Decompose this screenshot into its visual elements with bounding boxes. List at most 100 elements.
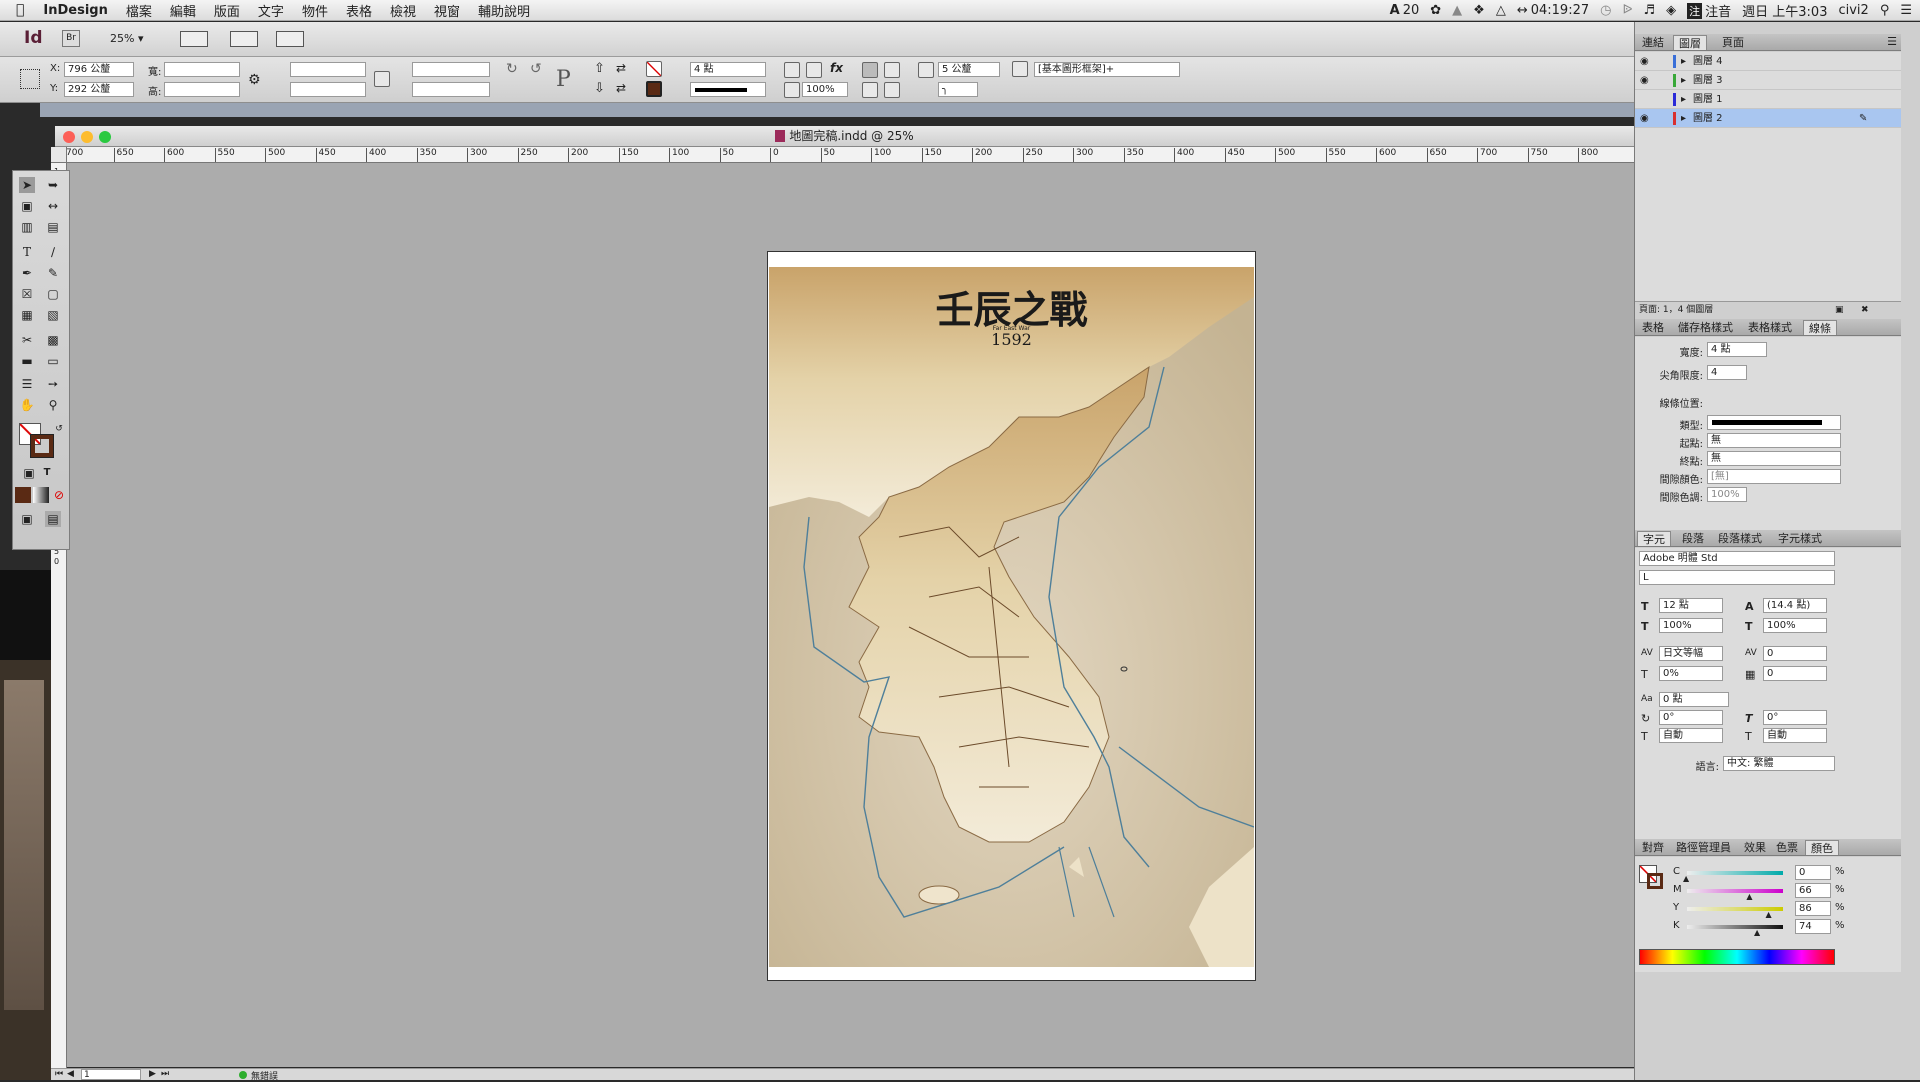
aki-input[interactable]: 0 [1763,666,1827,681]
wifi-icon[interactable]: ◈ [1666,3,1676,18]
user-name[interactable]: civi2 [1838,3,1868,18]
volume-icon[interactable]: ♬ [1643,3,1655,18]
stroke-weight-field[interactable]: 4 點 [690,62,766,77]
preflight-status[interactable]: 無錯誤 [251,1069,278,1082]
notification-center-icon[interactable]: ☰ [1900,3,1912,18]
tracking-input[interactable]: 0 [1763,646,1827,661]
text-wrap-box-icon[interactable] [884,62,900,78]
note-tool-icon[interactable]: ☰ [19,376,35,392]
table-tool-icon[interactable]: ▦ [19,307,35,323]
first-page-icon[interactable]: ⏮ [55,1069,63,1079]
auto-select-2[interactable]: 自動 [1763,728,1827,743]
pencil-tool-icon[interactable]: ✎ [45,265,61,281]
menu-file[interactable]: 檔案 [117,1,161,20]
adobe-icon[interactable]: A [1390,3,1400,18]
stroke-offset-field[interactable]: 5 公釐 [938,62,1000,77]
zoom-select[interactable]: 25% ▾ [110,32,143,45]
formatting-text-icon[interactable]: T [39,465,55,481]
korea-map-image[interactable]: 壬辰之戰 Far East War 1592 [769,267,1255,967]
h-field[interactable] [164,82,240,97]
scale-y-field[interactable] [290,82,366,97]
fit-frame-icon[interactable] [884,82,900,98]
layer-name[interactable]: 圖層 4 [1693,52,1723,71]
dropbox-icon[interactable]: ❖ [1473,3,1485,18]
x-field[interactable]: 796 公釐 [64,62,134,77]
select-content-icon[interactable]: ⇩ [594,81,605,96]
wrap-icon[interactable] [784,62,800,78]
channel-slider-thumb[interactable]: ▲ [1754,928,1760,937]
menu-app[interactable]: InDesign [34,3,116,18]
zoom-tool-icon[interactable]: ⚲ [45,397,61,413]
direct-selection-tool-icon[interactable]: ➥ [45,177,61,193]
bridge-button[interactable]: Br [62,30,80,47]
object-style-icon[interactable] [1012,61,1028,77]
stroke-swatch[interactable] [646,81,662,97]
screen-mode-icon[interactable] [230,31,258,47]
content-collector-icon[interactable]: ▥ [19,219,35,235]
font-style-select[interactable]: L [1639,570,1835,585]
menu-layout[interactable]: 版面 [205,1,249,20]
fit-content-icon[interactable] [862,82,878,98]
selection-tool-icon[interactable]: ➤ [19,177,35,193]
menu-view[interactable]: 檢視 [381,1,425,20]
close-button[interactable] [63,131,75,143]
channel-value[interactable]: 66 [1795,883,1831,898]
channel-slider-thumb[interactable]: ▲ [1766,910,1772,919]
evernote-icon[interactable]: ✿ [1430,3,1441,18]
tab-swatches[interactable]: 色票 [1771,840,1803,855]
channel-value[interactable]: 86 [1795,901,1831,916]
gradient-swatch-tool-icon[interactable]: ▬ [19,353,35,369]
opacity-icon[interactable] [784,82,800,98]
corner-options-field[interactable]: ╮ [938,82,978,97]
gap-tool-icon[interactable]: ↔ [45,198,61,214]
arrange-documents-icon[interactable] [276,31,304,47]
fx-icon[interactable]: fx [830,61,843,75]
shadow-icon[interactable] [806,62,822,78]
channel-slider-thumb[interactable]: ▲ [1746,892,1752,901]
timer-icon[interactable]: ↔ [1517,3,1528,18]
stroke-type-select[interactable] [690,82,766,97]
zoom-button[interactable] [99,131,111,143]
expand-triangle-icon[interactable]: ▸ [1681,109,1686,128]
layer-row-3[interactable]: ◉ ▸ 圖層 3 [1635,71,1901,90]
tab-character-styles[interactable]: 字元樣式 [1773,531,1827,546]
tab-table[interactable]: 表格 [1637,320,1669,335]
input-method-label[interactable]: 注音 [1705,1,1731,20]
color-stroke-swatch[interactable] [1647,873,1663,889]
page-number-field[interactable]: 1 [81,1069,141,1080]
menu-window[interactable]: 視窗 [425,1,469,20]
apple-menu-icon[interactable]:  [0,2,34,18]
document-page[interactable]: 壬辰之戰 Far East War 1592 [767,251,1256,981]
select-prev-icon[interactable]: ⇄ [616,61,626,75]
menu-edit[interactable]: 編輯 [161,1,205,20]
layer-row-1[interactable]: ▸ 圖層 1 [1635,90,1901,109]
channel-slider-track[interactable] [1687,925,1783,929]
bluetooth-icon[interactable]: ᐉ [1622,3,1632,18]
menu-table[interactable]: 表格 [337,1,381,20]
menu-object[interactable]: 物件 [293,1,337,20]
opacity-field[interactable]: 100% [802,82,848,97]
horizontal-scale-input[interactable]: 100% [1763,618,1827,633]
preview-mode-icon[interactable]: ▤ [45,511,61,527]
channel-value[interactable]: 74 [1795,919,1831,934]
visibility-eye-icon[interactable]: ◉ [1640,109,1649,128]
visibility-eye-icon[interactable]: ◉ [1640,71,1649,90]
layer-name[interactable]: 圖層 3 [1693,71,1723,90]
drive-icon[interactable]: △ [1496,3,1506,18]
channel-slider-thumb[interactable]: ▲ [1683,874,1689,883]
font-family-select[interactable]: Adobe 明體 Std [1639,551,1835,566]
next-page-icon[interactable]: ▶ [149,1069,156,1079]
tab-color[interactable]: 顏色 [1805,840,1839,855]
channel-value[interactable]: 0 [1795,865,1831,880]
ruler-origin[interactable] [51,147,67,163]
expand-triangle-icon[interactable]: ▸ [1681,71,1686,90]
language-select[interactable]: 中文: 繁體 [1723,756,1835,771]
skew-input[interactable]: 0° [1763,710,1827,725]
tab-align[interactable]: 對齊 [1637,840,1669,855]
tab-character[interactable]: 字元 [1637,531,1671,546]
type-tool-icon[interactable]: T [19,244,35,260]
expand-triangle-icon[interactable]: ▸ [1681,52,1686,71]
channel-slider-track[interactable] [1687,889,1783,893]
gap-color-select[interactable]: [無] [1707,469,1841,484]
swap-colors-icon[interactable]: ↺ [51,421,67,437]
